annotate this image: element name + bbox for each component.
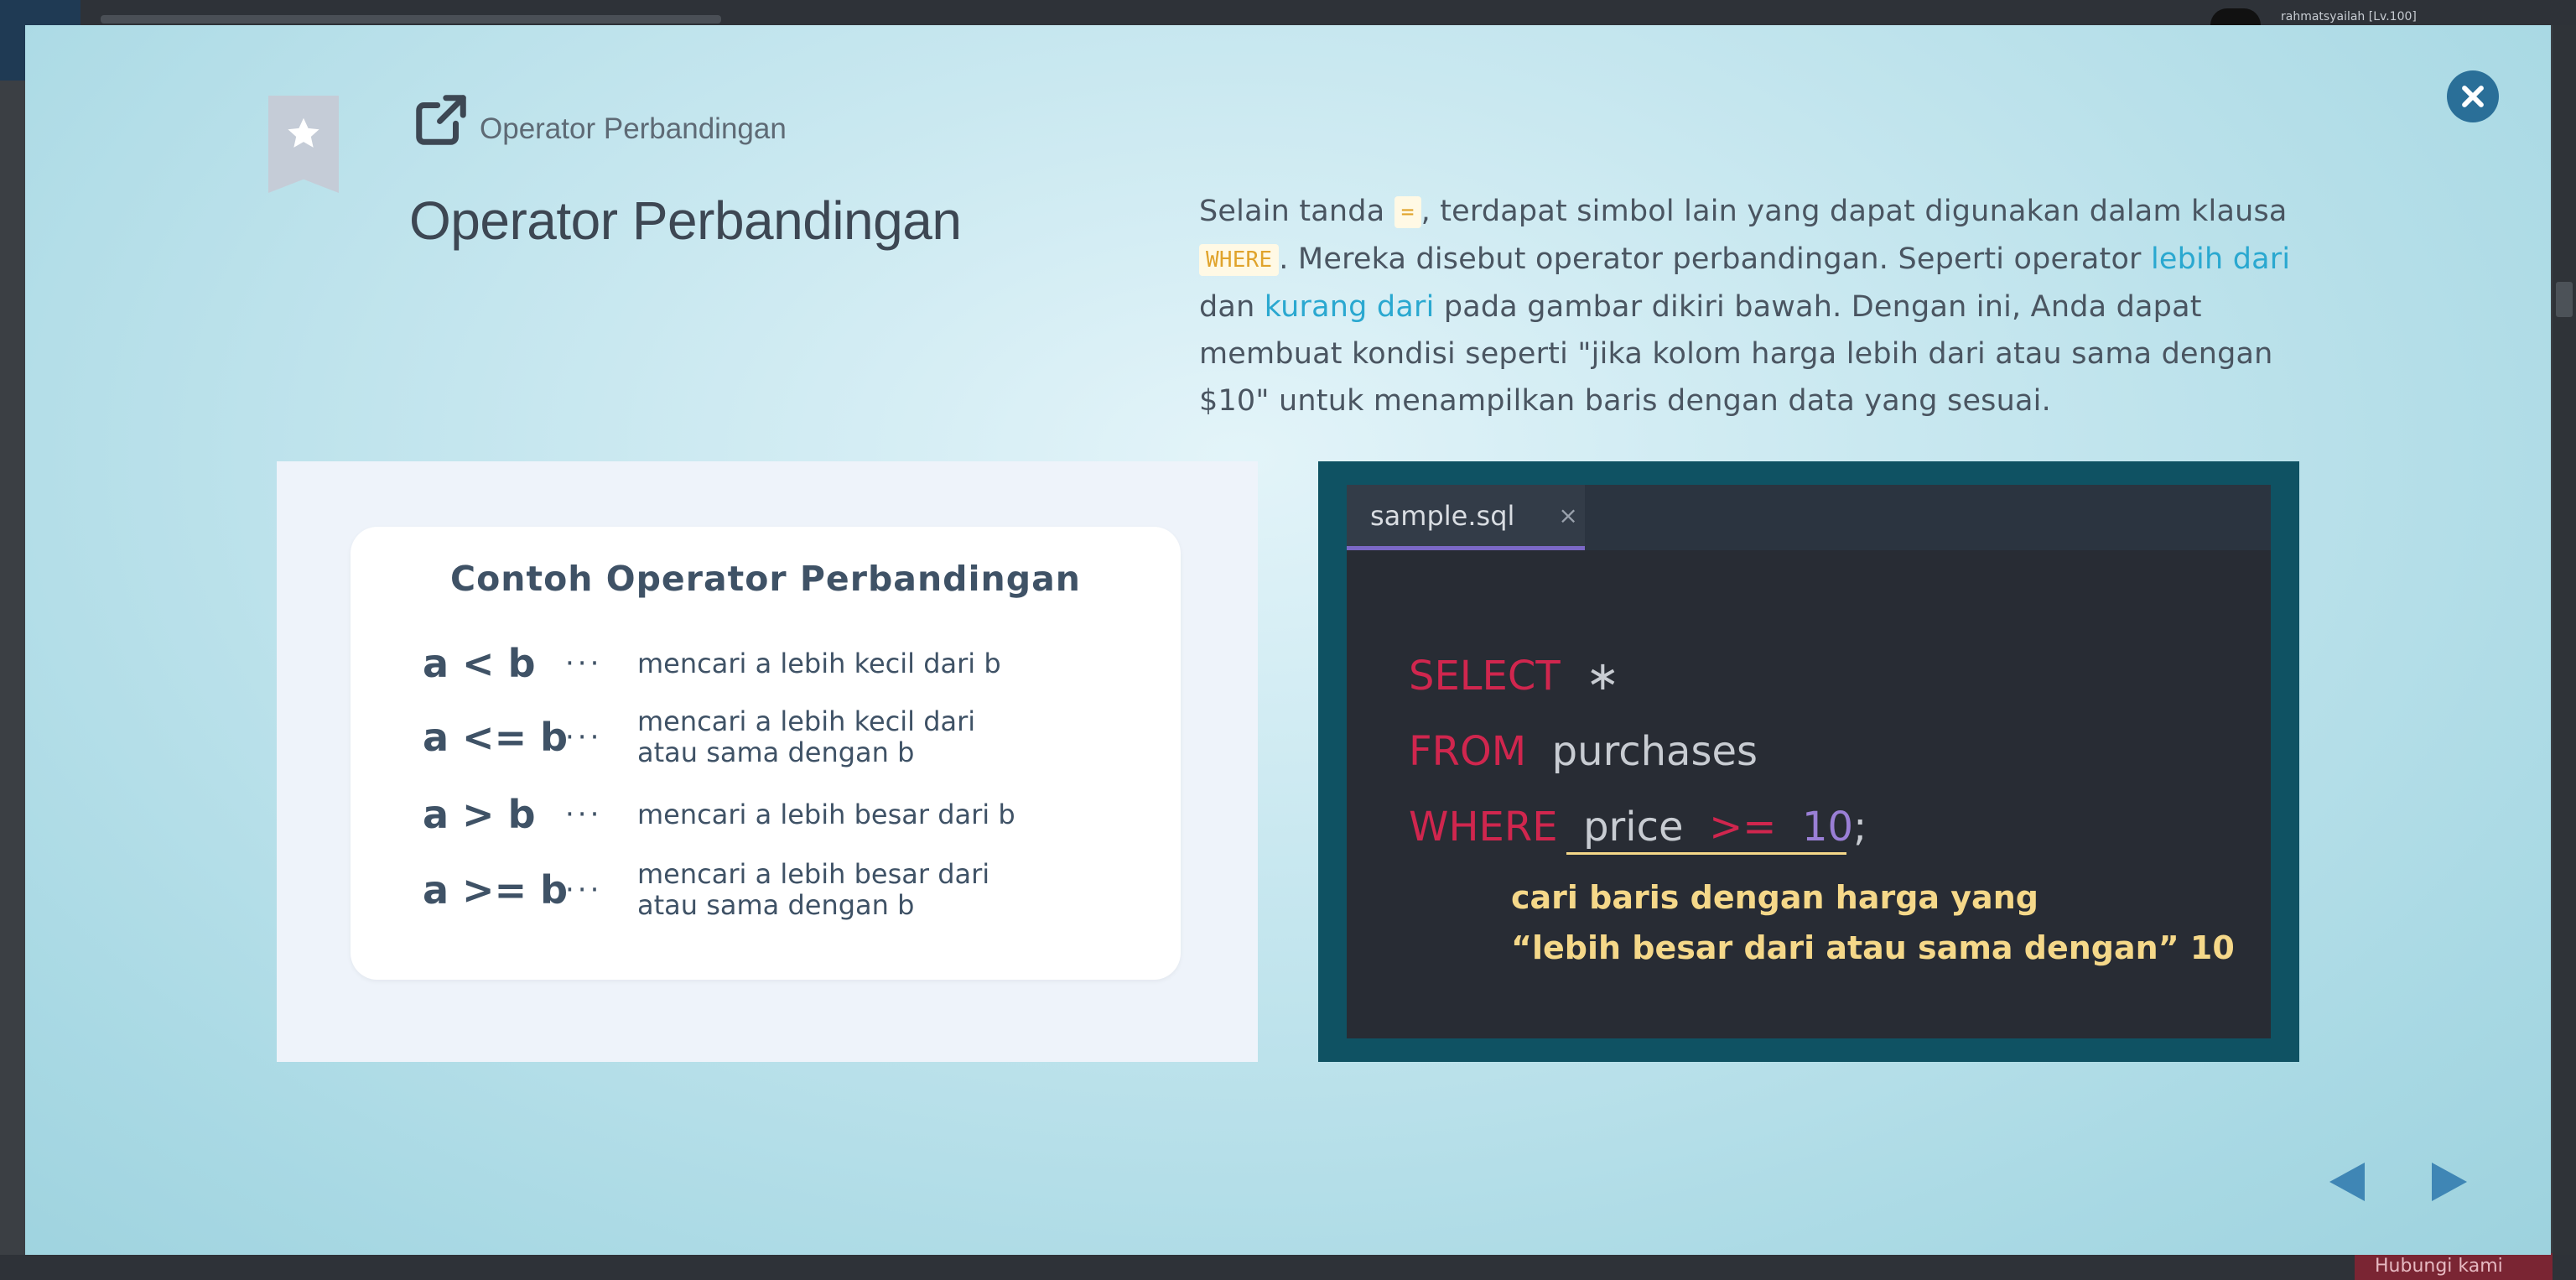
inline-code-equals: = [1394,196,1421,228]
sql-token: price [1583,804,1684,851]
slide-description: Selain tanda =, terdapat simbol lain yan… [1199,188,2323,424]
code-line-2: FROM purchases [1409,728,1758,775]
operator-expression: a < b [423,641,536,686]
background-contact-button: Hubungi kami [2355,1253,2553,1280]
operator-card: Contoh Operator Perbandingan a < b ··· m… [351,527,1181,980]
triangle-right-icon [2432,1163,2467,1201]
description-text: . Mereka disebut operator perbandingan. … [1279,242,2151,276]
prev-slide-button[interactable] [2326,1159,2366,1205]
description-text: dan [1199,290,1265,324]
operator-card-title: Contoh Operator Perbandingan [450,559,1081,599]
close-icon [2462,86,2484,107]
star-icon [288,117,319,148]
condition-underline [1566,852,1846,855]
sql-keyword: FROM [1409,728,1527,775]
highlight-kurang-dari: kurang dari [1264,290,1435,324]
sql-token: purchases [1551,728,1758,775]
code-line-3: WHERE price >= 10; [1409,804,1867,851]
close-button[interactable] [2447,70,2499,122]
operator-expression: a <= b [423,715,569,760]
operator-description: mencari a lebih kecil dari atau sama den… [637,705,976,768]
editor-tab-name: sample.sql [1370,499,1515,532]
breadcrumb-label: Operator Perbandingan [480,112,787,145]
next-slide-button[interactable] [2430,1159,2470,1205]
operator-dots: ··· [565,873,603,907]
code-line-1: SELECT ∗ [1409,653,1619,700]
code-annotation-line-2: “lebih besar dari atau sama dengan” 10 [1511,929,2235,966]
editor-tab: sample.sql × [1347,485,1585,550]
sql-operator: >= [1709,804,1777,851]
triangle-left-icon [2329,1163,2365,1201]
operator-row: a >= b ··· mencari a lebih besar dari at… [423,859,989,921]
background-username: rahmatsyailah [Lv.100] [2281,10,2417,23]
background-scrollbar-thumb [2556,282,2573,317]
description-text: , terdapat simbol lain yang dapat diguna… [1420,195,2288,228]
operator-dots: ··· [565,647,603,680]
sql-number: 10 [1802,804,1854,851]
breadcrumb: Operator Perbandingan [411,91,787,149]
background-avatar [2210,8,2261,25]
inline-code-where: WHERE [1199,244,1280,276]
code-annotation-line-1: cari baris dengan harga yang [1511,879,2038,916]
bookmark-button[interactable] [268,96,339,193]
sql-token: ; [1853,804,1867,851]
sql-keyword: SELECT [1409,653,1561,700]
editor-tabbar: sample.sql × [1347,485,2271,550]
operator-illustration: Contoh Operator Perbandingan a < b ··· m… [277,461,1258,1062]
tab-close-icon: × [1558,502,1578,529]
description-text: Selain tanda [1199,195,1394,228]
external-link-icon[interactable] [411,91,471,149]
code-editor: sample.sql × SELECT ∗ FROM purchases WHE… [1347,485,2271,1038]
operator-dots: ··· [565,721,603,754]
operator-row: a < b ··· mencari a lebih kecil dari b [423,641,1001,686]
operator-description: mencari a lebih kecil dari b [637,647,1001,679]
highlight-lebih-dari: lebih dari [2150,242,2291,276]
sql-token: ∗ [1586,653,1620,700]
background-bottombar [0,1255,2576,1280]
sql-keyword: WHERE [1409,804,1558,851]
background-scrollbar [2553,25,2576,1255]
operator-description: mencari a lebih besar dari b [637,798,1015,830]
operator-row: a > b ··· mencari a lebih besar dari b [423,792,1015,837]
slide-modal: Operator Perbandingan Operator Perbandin… [25,25,2551,1255]
operator-description: mencari a lebih besar dari atau sama den… [637,858,990,921]
page-title: Operator Perbandingan [409,190,962,251]
operator-expression: a >= b [423,867,569,913]
code-illustration: sample.sql × SELECT ∗ FROM purchases WHE… [1318,461,2299,1062]
background-search-bar [101,15,721,23]
operator-dots: ··· [565,798,603,831]
operator-row: a <= b ··· mencari a lebih kecil dari at… [423,706,975,768]
operator-expression: a > b [423,792,536,837]
